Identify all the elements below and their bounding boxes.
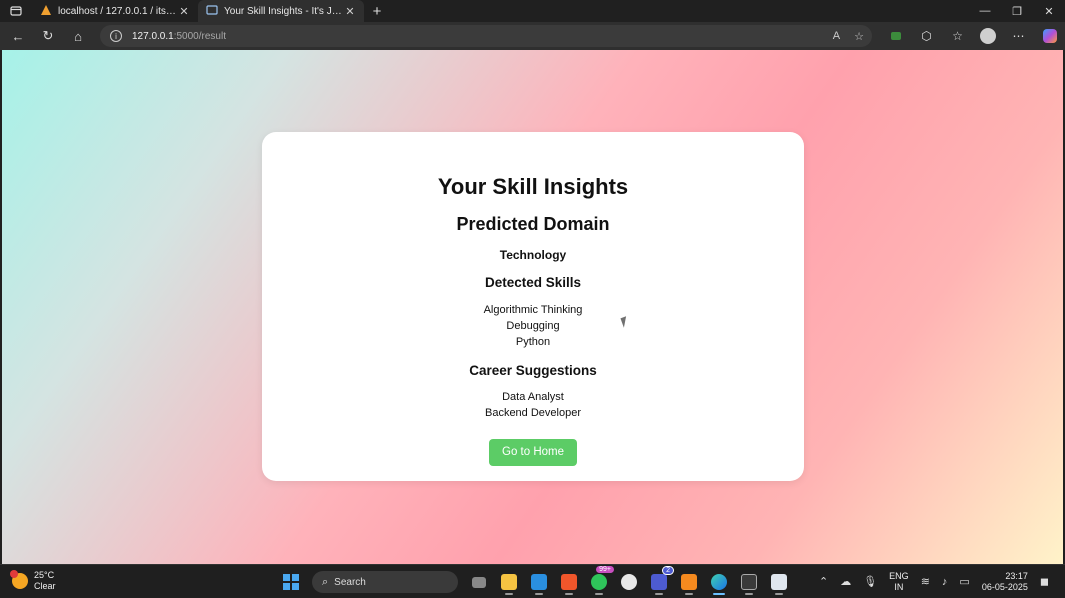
xampp-icon[interactable]: [674, 569, 704, 595]
clock-date: 06-05-2025: [981, 581, 1028, 592]
insights-card: Your Skill Insights Predicted Domain Tec…: [262, 132, 804, 481]
clock[interactable]: 23:17 06-05-2025: [982, 571, 1028, 593]
extension-icon[interactable]: [880, 22, 911, 50]
address-path: :5000/result: [173, 30, 226, 42]
profile-avatar[interactable]: [980, 28, 996, 44]
tab-actions-icon[interactable]: [0, 0, 32, 22]
career-item: Backend Developer: [484, 407, 581, 419]
phpmyadmin-icon: [40, 4, 52, 19]
careers-list: Data Analyst Backend Developer: [262, 389, 804, 421]
chatgpt-icon[interactable]: [614, 569, 644, 595]
go-home-button[interactable]: Go to Home: [489, 439, 577, 466]
domain-heading: Predicted Domain: [456, 214, 610, 234]
read-aloud-icon[interactable]: A: [833, 30, 840, 42]
refresh-icon[interactable]: ↻: [33, 22, 63, 50]
copilot-icon[interactable]: [1034, 22, 1065, 50]
notifications-icon[interactable]: ◼: [1040, 575, 1049, 588]
battery-icon[interactable]: ▭: [959, 575, 969, 588]
page-viewport: Your Skill Insights Predicted Domain Tec…: [2, 50, 1063, 564]
edge-browser-icon[interactable]: [704, 569, 734, 595]
start-windows-icon[interactable]: [276, 569, 306, 595]
onedrive-cloud-icon[interactable]: ☁: [840, 575, 851, 588]
minimize-icon[interactable]: —: [969, 0, 1001, 22]
lang-top: ENG: [889, 570, 909, 581]
window-controls: — ❐ ✕: [969, 0, 1065, 22]
careers-heading: Career Suggestions: [469, 363, 597, 378]
lang-bottom: IN: [894, 581, 904, 592]
skill-item: Debugging: [506, 320, 560, 332]
taskbar: 25°C Clear ⌕ Search 99+ 2 ⌃ ☁ 🎙︎ ENG IN …: [0, 564, 1065, 597]
more-menu-icon[interactable]: ⋯: [1003, 22, 1034, 50]
back-icon[interactable]: ←: [3, 22, 33, 50]
teams-badge: 2: [662, 566, 674, 575]
whatsapp-badge: 99+: [596, 566, 614, 573]
taskbar-search[interactable]: ⌕ Search: [312, 571, 458, 593]
tab-title: localhost / 127.0.0.1 / its_just_you: [58, 5, 178, 17]
toolbar-right: ⬡ ☆ ⋯: [880, 22, 1065, 50]
address-host: 127.0.0.1: [132, 30, 174, 42]
weather-temp: 25°C: [34, 570, 55, 580]
skill-item: Algorithmic Thinking: [483, 304, 583, 316]
close-tab-icon[interactable]: ✕: [344, 5, 356, 18]
teams-icon[interactable]: 2: [644, 566, 674, 595]
wifi-icon[interactable]: ≋: [921, 575, 930, 588]
search-label: Search: [334, 576, 366, 588]
career-item: Data Analyst: [502, 391, 564, 403]
favorites-icon[interactable]: ☆: [942, 22, 973, 50]
close-tab-icon[interactable]: ✕: [178, 5, 190, 18]
skills-heading: Detected Skills: [484, 275, 582, 290]
weather-desc: Clear: [34, 581, 56, 591]
favorite-star-icon[interactable]: ☆: [854, 30, 864, 43]
weather-widget[interactable]: 25°C Clear: [10, 570, 56, 592]
file-explorer-icon[interactable]: [494, 569, 524, 595]
close-window-icon[interactable]: ✕: [1033, 0, 1065, 22]
address-bar[interactable]: i 127.0.0.1:5000/result A ☆: [100, 25, 872, 47]
search-icon: ⌕: [322, 575, 329, 588]
whatsapp-icon[interactable]: 99+: [584, 566, 614, 595]
new-tab-icon[interactable]: +: [364, 0, 390, 22]
browser-tab-bar: localhost / 127.0.0.1 / its_just_you ✕ Y…: [0, 0, 1065, 22]
microphone-icon[interactable]: 🎙︎: [863, 575, 877, 588]
home-icon[interactable]: ⌂: [63, 22, 93, 50]
terminal-icon[interactable]: [734, 569, 764, 595]
clock-time: 23:17: [1005, 570, 1028, 581]
tab-title: Your Skill Insights - It's Just You: [224, 5, 344, 17]
tab-phpmyadmin[interactable]: localhost / 127.0.0.1 / its_just_you ✕: [32, 0, 198, 22]
browser-toolbar: ← ↻ ⌂ i 127.0.0.1:5000/result A ☆ ⬡ ☆ ⋯: [0, 22, 1065, 50]
maximize-icon[interactable]: ❐: [1001, 0, 1033, 22]
skill-item: Python: [515, 336, 551, 348]
brave-browser-icon[interactable]: [554, 569, 584, 595]
weather-sun-icon: [10, 570, 28, 589]
volume-icon[interactable]: ♪: [942, 576, 948, 588]
language-indicator[interactable]: ENG IN: [889, 571, 909, 593]
vscode-icon[interactable]: [524, 569, 554, 595]
site-info-icon[interactable]: i: [110, 30, 122, 42]
skills-list: Algorithmic Thinking Debugging Python: [262, 302, 804, 350]
notepad-icon[interactable]: [764, 569, 794, 595]
system-tray: ⌃ ☁ 🎙︎ ENG IN ≋ ♪ ▭ 23:17 06-05-2025 ◼: [813, 565, 1055, 598]
page-icon: [206, 4, 218, 19]
taskbar-apps: ⌕ Search 99+ 2: [276, 566, 794, 595]
domain-value: Technology: [499, 248, 567, 262]
tab-skill-insights[interactable]: Your Skill Insights - It's Just You ✕: [198, 0, 364, 22]
task-view-icon[interactable]: [464, 569, 494, 595]
extensions-puzzle-icon[interactable]: ⬡: [911, 22, 942, 50]
page-title: Your Skill Insights: [437, 174, 629, 199]
show-hidden-icons-icon[interactable]: ⌃: [819, 575, 828, 588]
